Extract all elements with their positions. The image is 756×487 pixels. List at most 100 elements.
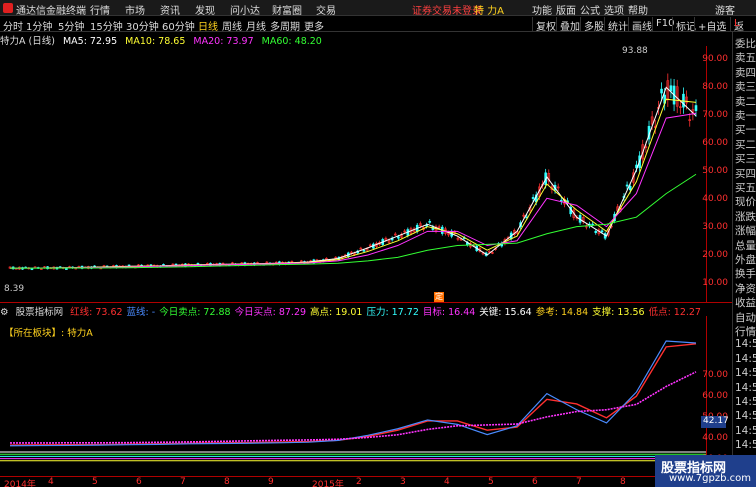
tool-adjust[interactable]: 复权 (532, 17, 559, 33)
login-status[interactable]: 证券交易未登录 (412, 2, 482, 17)
indicator-tick: 70.00 (702, 370, 728, 380)
period-timeshare[interactable]: 分时 (3, 18, 23, 33)
indicator-header: ⚙ 股票指标网 红线: 73.62 蓝线: - 今日卖点: 72.88 今日买点: 8… (0, 304, 705, 318)
side-tab[interactable]: 收益 (735, 295, 756, 310)
l-badge: L (734, 18, 740, 29)
price-axis: 90.00 80.00 70.00 60.00 50.00 40.00 30.00 20.00… (702, 46, 732, 302)
period-15min[interactable]: 15分钟 (90, 18, 123, 33)
side-tab[interactable]: 卖三 (735, 79, 756, 94)
menu-options[interactable]: 选项 (604, 2, 624, 17)
period-60min[interactable]: 60分钟 (162, 18, 195, 33)
side-tab[interactable]: 净资 (735, 281, 756, 296)
menu-discover[interactable]: 发现 (195, 2, 215, 17)
indicator-red-line (9, 343, 697, 446)
menu-wealth[interactable]: 财富圈 (272, 2, 302, 17)
side-tab[interactable]: 买三 (735, 151, 756, 166)
date-tick: 2 (356, 477, 362, 487)
side-tab[interactable]: 自动 (735, 310, 756, 325)
side-tab[interactable]: 涨幅 (735, 223, 756, 238)
menu-trade[interactable]: 交易 (316, 2, 336, 17)
period-more[interactable]: 更多 (304, 18, 324, 33)
candle-body (628, 186, 632, 191)
side-tab[interactable]: 行情 (735, 324, 756, 339)
candle-body (600, 230, 604, 233)
app-title: 通达信金融终端 (16, 6, 86, 17)
tool-draw[interactable]: 画线 (628, 17, 655, 33)
side-tab[interactable]: 卖五 (735, 50, 756, 65)
side-tab[interactable]: 委比 (735, 36, 756, 51)
event-flag[interactable]: 定 (434, 292, 444, 302)
date-tick: 8 (620, 477, 626, 487)
date-tick: 8 (224, 477, 230, 487)
menu-ask[interactable]: 问小达 (230, 2, 260, 17)
period-30min[interactable]: 30分钟 (126, 18, 159, 33)
side-tab[interactable]: 外盘 (735, 252, 756, 267)
side-tab[interactable]: 卖一 (735, 108, 756, 123)
menu-functions[interactable]: 功能 (532, 2, 552, 17)
price-chart[interactable] (0, 46, 706, 302)
side-tab[interactable]: 现价 (735, 194, 756, 209)
period-monthly[interactable]: 月线 (246, 18, 266, 33)
tool-overlay[interactable]: 叠加 (556, 17, 583, 33)
date-tick: 4 (444, 477, 450, 487)
price-tick: 70.00 (702, 110, 728, 120)
ma-line-ma5 (9, 86, 697, 269)
price-tick: 80.00 (702, 82, 728, 92)
side-tab[interactable]: 14:5 (735, 367, 756, 379)
candle-body (694, 105, 698, 111)
side-tab[interactable]: 14:5 (735, 396, 756, 408)
side-tab[interactable]: 14:5 (735, 439, 756, 451)
side-tab[interactable]: 买一 (735, 122, 756, 137)
side-tab[interactable]: 涨跌 (735, 209, 756, 224)
side-tab[interactable]: 14:5 (735, 338, 756, 350)
menu-market[interactable]: 市场 (125, 2, 145, 17)
menu-layout[interactable]: 版面 (556, 2, 576, 17)
candle-body (625, 184, 629, 187)
side-tab[interactable]: 买二 (735, 137, 756, 152)
stock-name: 特 力A (474, 6, 505, 17)
indicator-value-badge: 42.17 (701, 416, 729, 428)
quote-side-panel: 委比 卖五 卖四 卖三 卖二 卖一 买一 买二 买三 买四 买五 现价 涨跌 涨幅 总量 外盘 换手 净资 收益 自动… (732, 32, 756, 487)
side-tab[interactable]: 14:5 (735, 425, 756, 437)
side-tab[interactable]: 14:5 (735, 382, 756, 394)
low-price-label: 8.39 (4, 284, 25, 294)
date-tick: 5 (92, 477, 98, 487)
price-tick: 50.00 (702, 166, 728, 176)
period-1min[interactable]: 1分钟 (26, 18, 52, 33)
side-tab[interactable]: 买五 (735, 180, 756, 195)
tool-multi-stock[interactable]: 多股 (580, 17, 607, 33)
price-tick: 20.00 (702, 250, 728, 260)
date-tick: 5 (488, 477, 494, 487)
tool-add-watchlist[interactable]: +自选 (694, 17, 729, 33)
date-tick: 7 (180, 477, 186, 487)
indicator-tick: 40.00 (702, 433, 728, 443)
menu-bar: 通达信金融终端 行情 市场 资讯 发现 问小达 财富圈 交易 证券交易未登录 特… (0, 0, 756, 17)
tool-stats[interactable]: 统计 (604, 17, 631, 33)
indicator-blue-line (9, 340, 697, 447)
menu-help[interactable]: 帮助 (628, 2, 648, 17)
candle-body (362, 250, 366, 252)
app-logo-icon (3, 3, 13, 13)
side-tab[interactable]: 换手 (735, 266, 756, 281)
guest-label[interactable]: 游客 (715, 2, 735, 17)
menu-formula[interactable]: 公式 (580, 2, 600, 17)
date-tick: 4 (48, 477, 54, 487)
side-tab[interactable]: 卖二 (735, 94, 756, 109)
period-daily[interactable]: 日线 (198, 18, 218, 33)
price-tick: 60.00 (702, 138, 728, 148)
menu-market-quotes[interactable]: 行情 (90, 2, 110, 17)
side-tab[interactable]: 总量 (735, 238, 756, 253)
side-tab[interactable]: 卖四 (735, 65, 756, 80)
side-tab[interactable]: 14:5 (735, 353, 756, 365)
candle-body (594, 230, 598, 233)
side-tab[interactable]: 买四 (735, 166, 756, 181)
date-tick: 6 (532, 477, 538, 487)
indicator-chart[interactable] (0, 316, 706, 466)
period-weekly[interactable]: 周线 (222, 18, 242, 33)
candle-body (669, 85, 673, 92)
menu-news[interactable]: 资讯 (160, 2, 180, 17)
side-tab[interactable]: 14:5 (735, 410, 756, 422)
period-multi[interactable]: 多周期 (270, 18, 300, 33)
period-5min[interactable]: 5分钟 (58, 18, 84, 33)
high-price-label: 93.88 (622, 46, 648, 56)
